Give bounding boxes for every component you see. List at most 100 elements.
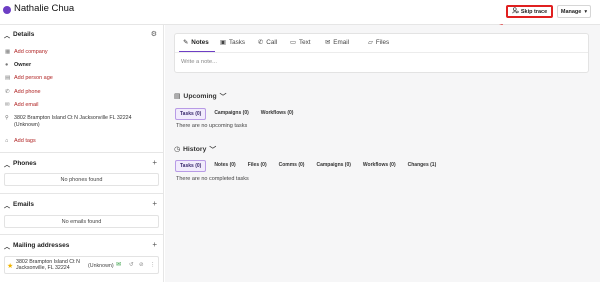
add-company-field[interactable]: ▦ Add company <box>5 46 160 57</box>
calendar-icon: ▤ <box>174 93 181 100</box>
folder-icon: ▱ <box>368 39 373 46</box>
phones-section-header[interactable]: ︿ Phones + <box>0 158 164 170</box>
mail-verified-icon: ✉ <box>116 262 122 268</box>
mail-icon: ✉ <box>5 101 10 108</box>
divider <box>175 52 588 53</box>
person-search-icon <box>512 7 519 16</box>
divider <box>0 234 163 235</box>
emails-empty-state: No emails found <box>4 215 159 228</box>
emails-title: Emails <box>13 201 34 208</box>
tab-call-label: Call <box>266 39 278 46</box>
note-input[interactable]: Write a note... <box>181 59 217 65</box>
activity-composer: ✎ Notes ▣ Tasks ✆ Call ▭ Text ✉ Email ▱ … <box>174 33 589 73</box>
tab-tasks[interactable]: ▣ Tasks <box>220 39 245 46</box>
history-title: History <box>182 145 207 153</box>
clock-icon: ◷ <box>174 146 180 153</box>
add-person-age-field[interactable]: ▤ Add person age <box>5 72 160 83</box>
tab-text[interactable]: ▭ Text <box>290 39 311 46</box>
emails-section-header[interactable]: ︿ Emails + <box>0 199 164 211</box>
chevron-down-icon: ﹀ <box>219 94 227 101</box>
tab-call[interactable]: ✆ Call <box>258 39 277 46</box>
mailing-address-line2: Jacksonville, FL 32224 <box>16 265 70 272</box>
contact-name: Nathalie Chua <box>14 3 75 14</box>
add-person-age-link[interactable]: Add person age <box>14 75 53 81</box>
tab-files[interactable]: ▱ Files <box>368 39 389 46</box>
block-icon[interactable]: ⊘ <box>139 262 144 268</box>
chevron-up-icon: ︿ <box>4 204 11 210</box>
gear-icon[interactable]: ⚙ <box>151 30 157 38</box>
tag-icon: ⌂ <box>5 137 9 144</box>
skip-trace-label: Skip trace <box>520 8 548 15</box>
filter-pill[interactable]: Changes (1) <box>404 160 441 172</box>
note-icon: ✎ <box>183 39 189 46</box>
filter-pill[interactable]: Files (0) <box>244 160 271 172</box>
filter-pill[interactable]: Tasks (0) <box>175 160 207 172</box>
history-filter-pills: Tasks (0) Notes (0) Files (0) Comms (0) … <box>175 160 440 172</box>
add-email-field[interactable]: ✉ Add email <box>5 99 160 110</box>
calendar-icon: ▤ <box>5 74 11 81</box>
add-email-plus-icon[interactable]: + <box>152 199 157 208</box>
add-mailing-address-plus-icon[interactable]: + <box>152 240 157 249</box>
upcoming-empty-message: There are no upcoming tasks <box>176 123 248 129</box>
phone-icon: ✆ <box>5 88 10 95</box>
add-email-link[interactable]: Add email <box>14 102 38 108</box>
task-icon: ▣ <box>220 39 226 46</box>
more-vertical-icon[interactable]: ⋮ <box>150 262 156 268</box>
manage-dropdown-button[interactable]: Manage ▾ <box>557 5 591 18</box>
chevron-up-icon: ︿ <box>4 245 11 251</box>
main-panel: ✎ Notes ▣ Tasks ✆ Call ▭ Text ✉ Email ▱ … <box>165 25 600 282</box>
sidebar: ︿ Details ⚙ ▦ Add company ● Owner ▤ Add … <box>0 25 164 282</box>
chat-icon: ▭ <box>290 39 296 46</box>
mailing-address-item[interactable]: ★ 3802 Brampton Island Ct N Jacksonville… <box>4 256 159 274</box>
add-company-link[interactable]: Add company <box>14 49 48 55</box>
tab-files-label: Files <box>375 39 390 46</box>
mailing-address-status: (Unknown) <box>88 263 114 269</box>
mailing-addresses-section-header[interactable]: ︿ Mailing addresses + <box>0 240 164 252</box>
tab-email-label: Email <box>333 39 350 46</box>
star-icon[interactable]: ★ <box>7 262 13 270</box>
filter-pill[interactable]: Workflows (0) <box>359 160 400 172</box>
filter-pill[interactable]: Campaigns (0) <box>210 108 252 120</box>
location-pin-icon: ⚲ <box>5 115 9 121</box>
skip-trace-button[interactable]: Skip trace <box>506 5 553 18</box>
details-title: Details <box>13 31 35 38</box>
filter-pill[interactable]: Tasks (0) <box>175 108 207 120</box>
history-section-header[interactable]: ◷ History ﹀ <box>174 144 217 155</box>
tab-text-label: Text <box>298 39 311 46</box>
property-address-status: (Unknown) <box>14 121 40 128</box>
upcoming-filter-pills: Tasks (0) Campaigns (0) Workflows (0) <box>175 108 297 120</box>
tab-notes[interactable]: ✎ Notes <box>183 39 209 46</box>
add-phone-field[interactable]: ✆ Add phone <box>5 86 160 97</box>
filter-pill[interactable]: Notes (0) <box>210 160 239 172</box>
tab-tasks-label: Tasks <box>228 39 246 46</box>
history-empty-message: There are no completed tasks <box>176 176 249 182</box>
add-tags-field[interactable]: ⌂ Add tags <box>5 135 160 146</box>
add-phone-plus-icon[interactable]: + <box>152 158 157 167</box>
role-value: Owner <box>14 61 32 68</box>
chevron-down-icon: ﹀ <box>209 147 217 154</box>
role-field: ● Owner <box>5 59 160 70</box>
chevron-up-icon: ︿ <box>4 34 11 40</box>
add-tags-link[interactable]: Add tags <box>14 138 36 144</box>
tab-email[interactable]: ✉ Email <box>325 39 349 46</box>
phones-title: Phones <box>13 160 37 167</box>
filter-pill[interactable]: Campaigns (0) <box>312 160 354 172</box>
mailing-addresses-title: Mailing addresses <box>13 242 70 249</box>
chevron-up-icon: ︿ <box>4 163 11 169</box>
filter-pill[interactable]: Comms (0) <box>275 160 309 172</box>
divider <box>0 152 163 153</box>
person-icon: ● <box>5 61 9 68</box>
undo-icon[interactable]: ↺ <box>129 262 134 268</box>
contact-avatar <box>3 6 11 14</box>
tab-notes-label: Notes <box>191 39 209 46</box>
upcoming-title: Upcoming <box>183 92 217 100</box>
filter-pill[interactable]: Workflows (0) <box>257 108 298 120</box>
upcoming-section-header[interactable]: ▤ Upcoming ﹀ <box>174 91 227 102</box>
mail-icon: ✉ <box>325 39 331 46</box>
phones-empty-state: No phones found <box>4 173 159 186</box>
details-section-header[interactable]: ︿ Details ⚙ <box>0 29 164 41</box>
divider <box>0 193 163 194</box>
phone-icon: ✆ <box>258 39 264 46</box>
manage-label: Manage <box>560 8 582 15</box>
add-phone-link[interactable]: Add phone <box>14 89 41 95</box>
